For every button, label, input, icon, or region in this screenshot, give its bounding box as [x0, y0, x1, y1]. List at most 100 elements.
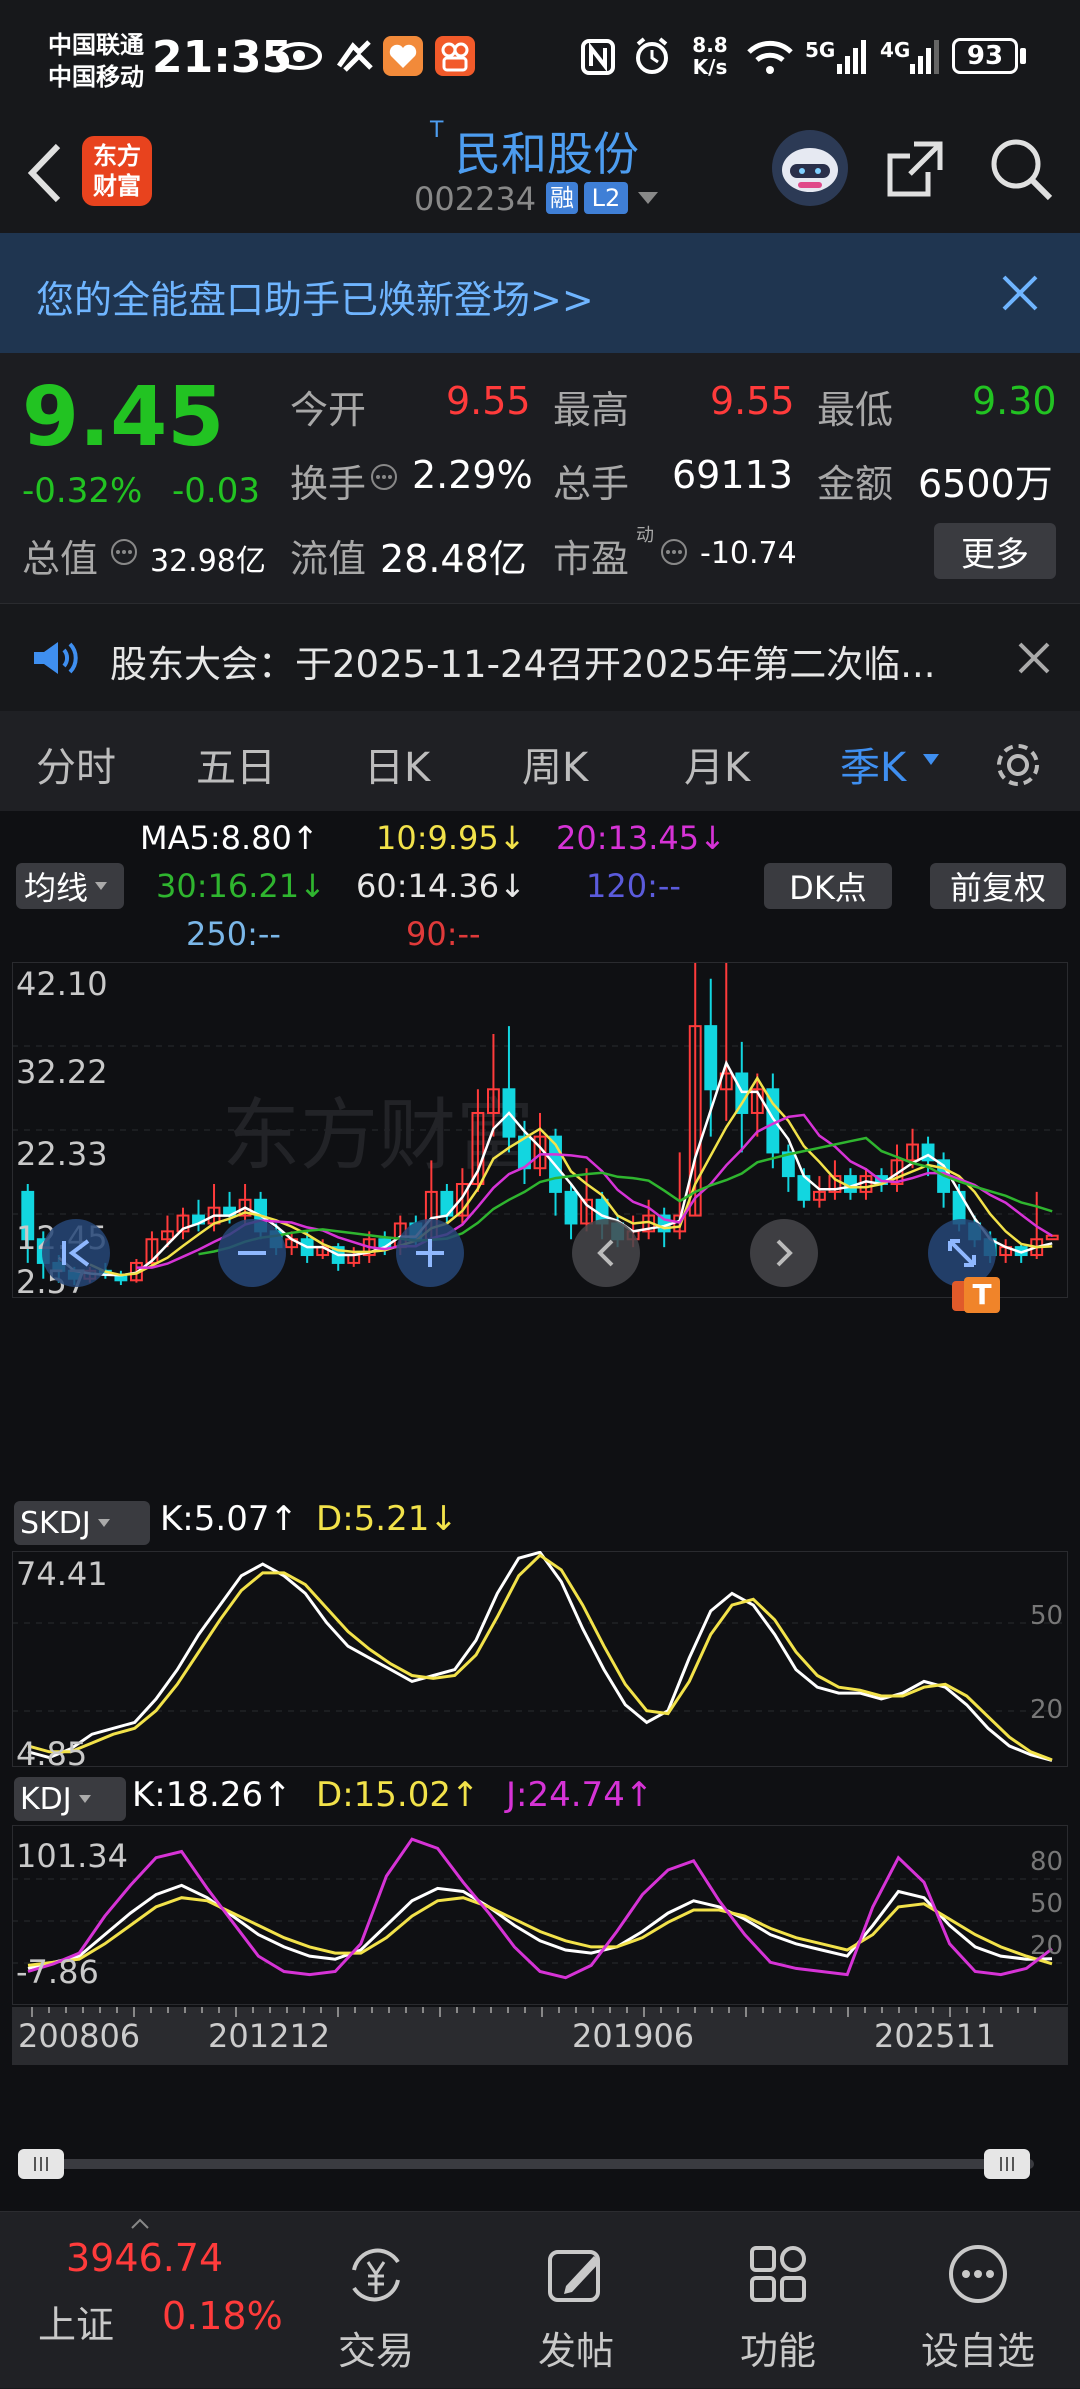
index-name[interactable]: 上证 — [38, 2294, 114, 2349]
app-heart-icon — [383, 36, 423, 76]
nav-functions[interactable]: 功能 — [698, 2212, 858, 2389]
chevron-up-icon[interactable] — [130, 2218, 150, 2230]
nav-trade[interactable]: 交易 — [296, 2212, 456, 2389]
skdj-chart[interactable] — [12, 1551, 1068, 1767]
zoom-out-button[interactable] — [218, 1219, 286, 1287]
range-slider-left-handle[interactable] — [18, 2149, 64, 2179]
turnover-value: 2.29% — [412, 453, 533, 497]
index-change[interactable]: 0.18% — [162, 2294, 283, 2338]
tab-quarterly-k[interactable]: 季K — [840, 735, 906, 793]
clock: 21:35 — [152, 32, 293, 83]
chevron-down-icon — [95, 882, 108, 890]
ma120-legend: 120:-- — [586, 867, 681, 905]
kdj-indicator-button[interactable]: KDJ — [14, 1777, 126, 1821]
kdj-k-value: K:18.26↑ — [132, 1775, 292, 1815]
stock-name[interactable]: 民和股份 — [455, 118, 639, 184]
range-slider-right-handle[interactable] — [984, 2149, 1030, 2179]
wifi-icon — [747, 40, 793, 74]
kdj-d-line — [27, 1896, 1053, 1967]
ma20-legend: 20:13.45↓ — [556, 819, 726, 857]
kdj-ref-50: 50 — [1030, 1889, 1064, 1919]
index-value[interactable]: 3946.74 — [66, 2236, 223, 2280]
skdj-y-max: 74.41 — [16, 1555, 108, 1593]
volume-label: 总手 — [553, 462, 630, 506]
back-arrow-icon[interactable] — [22, 138, 66, 208]
nav-add-watchlist[interactable]: 设自选 — [898, 2212, 1058, 2389]
app-kuaishou-icon — [435, 36, 475, 76]
battery-tip — [1020, 48, 1026, 64]
margin-badge: 融 — [546, 182, 578, 214]
kdj-ref-80: 80 — [1030, 1847, 1064, 1877]
search-icon[interactable] — [986, 134, 1056, 204]
yuan-exchange-icon — [352, 2248, 400, 2302]
notice-text[interactable]: 股东大会：于2025-11-24召开2025年第二次临... — [110, 634, 935, 688]
nav-post-label: 发帖 — [537, 2329, 614, 2373]
amount-value: 6500万 — [918, 462, 1053, 506]
tab-monthly-k[interactable]: 月K — [684, 735, 750, 793]
scroll-left-button[interactable] — [572, 1219, 640, 1287]
robot-assistant-icon[interactable] — [772, 130, 848, 206]
net-speed-value: 8.8 — [692, 33, 728, 57]
eye-icon — [276, 42, 322, 70]
high-value: 9.55 — [710, 379, 795, 423]
share-icon[interactable] — [882, 136, 948, 202]
kdj-j-key: J — [506, 1775, 517, 1815]
gear-icon[interactable] — [990, 737, 1046, 793]
chevron-down-icon[interactable] — [922, 753, 940, 767]
tab-five-day[interactable]: 五日 — [196, 735, 276, 793]
skdj-indicator-button[interactable]: SKDJ — [14, 1501, 150, 1545]
info-dots-icon[interactable] — [660, 538, 688, 566]
promo-banner[interactable]: 您的全能盘口助手已焕新登场>> — [0, 233, 1080, 353]
rewind-icon — [62, 1239, 90, 1267]
info-dots-icon[interactable] — [110, 538, 138, 566]
tab-weekly-k[interactable]: 周K — [522, 735, 588, 793]
logo-line-1: 东方 — [93, 142, 141, 170]
skdj-k-line — [27, 1551, 1053, 1762]
ma5-legend: MA5:8.80↑ — [140, 819, 319, 857]
tab-daily-k[interactable]: 日K — [364, 735, 430, 793]
skdj-label: SKDJ — [20, 1505, 91, 1541]
forward-adjust-button[interactable]: 前复权 — [930, 863, 1066, 909]
ma10-legend: 10:9.95↓ — [376, 819, 526, 857]
nav-add-watchlist-label: 设自选 — [920, 2329, 1035, 2373]
kdj-d-value: D:15.02↑ — [316, 1775, 480, 1815]
candlestick-chart[interactable]: 东方财富 — [12, 962, 1068, 1298]
level2-badge: L2 — [584, 182, 628, 214]
more-dots-icon — [949, 2245, 1007, 2303]
dk-point-button[interactable]: DK点 — [764, 863, 892, 909]
eastmoney-logo[interactable]: 东方 财富 — [82, 136, 152, 206]
nav-functions-label: 功能 — [739, 2329, 816, 2373]
close-icon[interactable] — [1016, 640, 1052, 676]
kline-chart-area[interactable]: MA5:8.80↑ 10:9.95↓ 20:13.45↓ 均线 30:16.21… — [0, 811, 1080, 2211]
chart-rewind-button[interactable] — [42, 1219, 110, 1287]
dropdown-caret-icon[interactable] — [636, 190, 660, 206]
skdj-ref-50: 50 — [1030, 1601, 1064, 1631]
x-tick-200806: 200806 — [18, 2017, 141, 2055]
nav-post[interactable]: 发帖 — [496, 2212, 656, 2389]
more-button[interactable]: 更多 — [934, 523, 1056, 579]
range-slider-track[interactable] — [24, 2159, 1034, 2169]
grid-icon — [750, 2246, 806, 2302]
banner-text[interactable]: 您的全能盘口助手已焕新登场>> — [36, 269, 594, 324]
grip-icon — [1000, 2157, 1014, 2171]
kdj-j-value: J:24.74↑ — [506, 1775, 654, 1815]
float-cap-label: 流值 — [290, 537, 367, 581]
t-marker-2[interactable]: T — [964, 1277, 1000, 1313]
status-bar: 中国联通 中国移动 21:35 8.8 K/s 5G 4G 93 — [0, 0, 1080, 118]
kdj-chart[interactable] — [12, 1825, 1068, 2005]
scroll-right-button[interactable] — [750, 1219, 818, 1287]
x-axis-bar: 200806 201212 201906 202511 — [12, 2007, 1068, 2065]
skdj-d-line — [27, 1553, 1053, 1762]
high-label: 最高 — [553, 388, 630, 432]
zoom-in-button[interactable] — [396, 1219, 464, 1287]
tab-intraday[interactable]: 分时 — [36, 735, 116, 793]
close-icon[interactable] — [1000, 273, 1040, 313]
kdj-k-key: K — [132, 1775, 155, 1815]
info-dots-icon[interactable] — [370, 463, 398, 491]
kdj-y-max: 101.34 — [16, 1837, 128, 1875]
period-tabs: 分时 五日 日K 周K 月K 季K — [0, 711, 1080, 811]
x-tick-201906: 201906 — [572, 2017, 695, 2055]
ma60-legend: 60:14.36↓ — [356, 867, 526, 905]
ma-button[interactable]: 均线 — [16, 863, 124, 909]
notice-bar[interactable]: 股东大会：于2025-11-24召开2025年第二次临... — [0, 603, 1080, 711]
